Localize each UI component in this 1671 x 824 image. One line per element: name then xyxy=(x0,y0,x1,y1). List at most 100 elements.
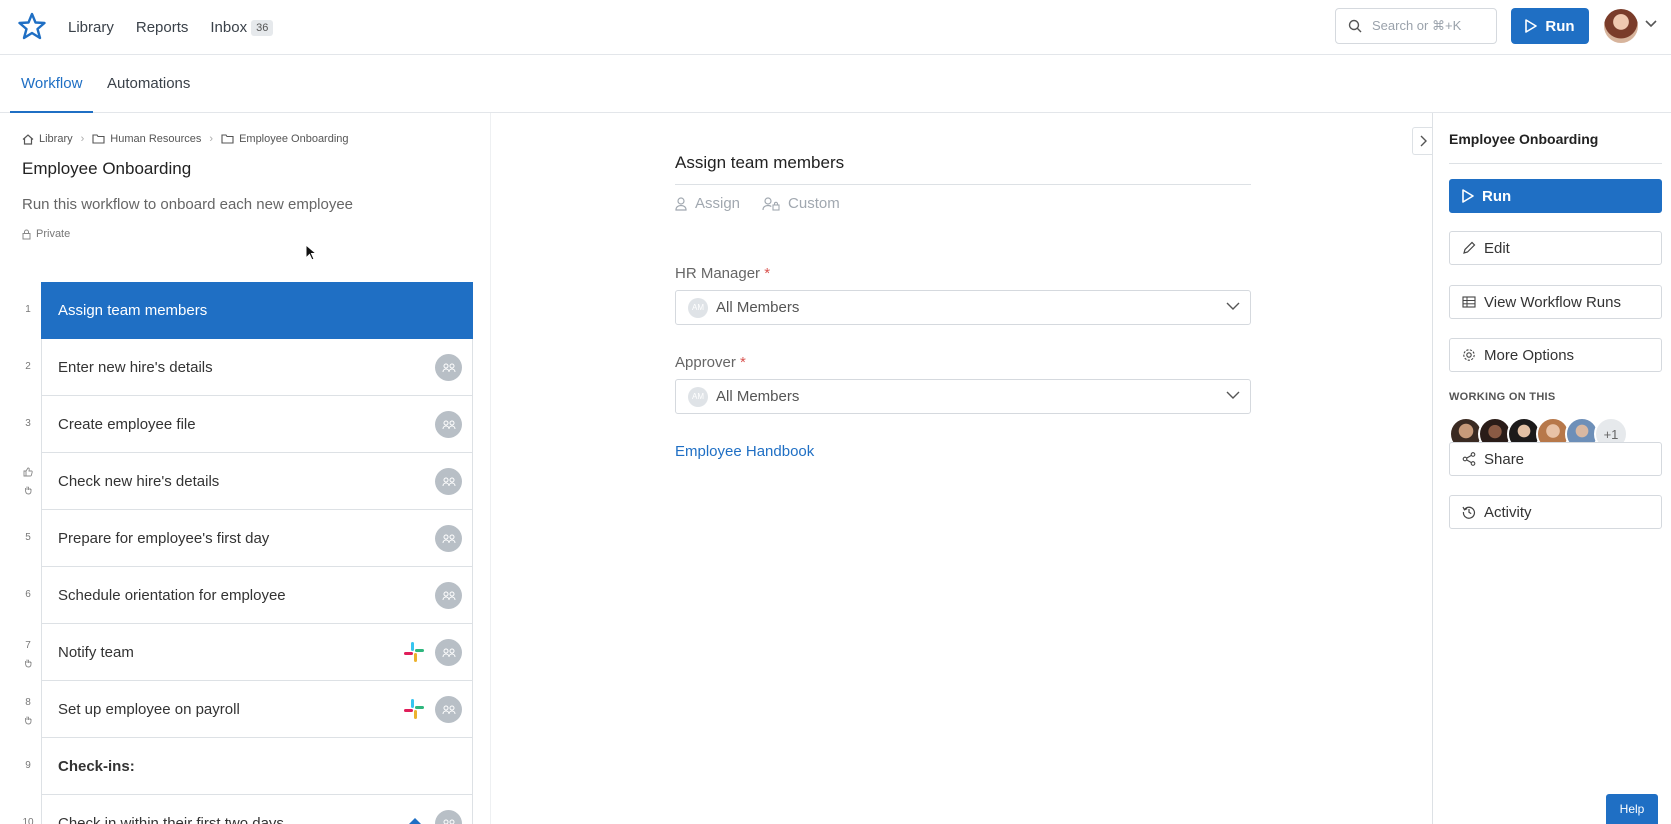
task-card[interactable]: Schedule orientation for employee xyxy=(41,567,473,624)
sidebar-title: Employee Onboarding xyxy=(1449,131,1599,147)
nav-library[interactable]: Library xyxy=(68,19,114,36)
chevron-down-icon[interactable] xyxy=(1645,20,1657,28)
main-nav: Library Reports Inbox 36 xyxy=(68,0,274,55)
task-item[interactable]: 9 Check-ins: xyxy=(0,738,490,795)
task-label: Create employee file xyxy=(58,415,196,433)
run-button-top[interactable]: Run xyxy=(1511,8,1589,44)
task-number: 2 xyxy=(25,361,31,372)
task-card[interactable]: Set up employee on payroll xyxy=(41,681,473,738)
task-number: 9 xyxy=(25,760,31,771)
select-value: All Members xyxy=(716,299,800,316)
assignee-group-icon[interactable] xyxy=(435,810,462,824)
task-label: Check-ins: xyxy=(58,757,135,775)
search-input[interactable]: Search or ⌘+K xyxy=(1335,8,1497,44)
collapse-sidebar-button[interactable] xyxy=(1412,127,1434,155)
workflow-title: Employee Onboarding xyxy=(22,159,192,178)
task-card[interactable]: Prepare for employee's first day xyxy=(41,510,473,567)
search-placeholder: Search or ⌘+K xyxy=(1372,18,1462,33)
assignee-group-icon[interactable] xyxy=(435,354,462,381)
privacy-indicator[interactable]: Private xyxy=(22,228,70,240)
star-logo-icon[interactable] xyxy=(18,12,46,40)
assignee-group-icon[interactable] xyxy=(435,696,462,723)
task-card[interactable]: Check-ins: xyxy=(41,738,473,795)
hr-manager-select[interactable]: AM All Members xyxy=(675,290,1251,325)
divider xyxy=(675,184,1251,185)
activity-button[interactable]: Activity xyxy=(1449,495,1662,529)
nav-reports[interactable]: Reports xyxy=(136,19,189,36)
lock-icon xyxy=(22,229,31,239)
task-label: Check in within their first two days xyxy=(58,814,284,824)
task-label: Assign team members xyxy=(58,302,208,319)
divider xyxy=(1449,163,1662,164)
required-asterisk: * xyxy=(740,354,746,371)
breadcrumb-human-resources[interactable]: Human Resources xyxy=(92,133,201,145)
tab-workflow[interactable]: Workflow xyxy=(10,55,94,113)
approver-select[interactable]: AM All Members xyxy=(675,379,1251,414)
tab-custom[interactable]: Custom xyxy=(762,195,840,212)
task-item[interactable]: 10 Check in within their first two days xyxy=(0,795,490,824)
assignee-group-icon[interactable] xyxy=(435,582,462,609)
run-button[interactable]: Run xyxy=(1449,179,1662,213)
task-number: 1 xyxy=(25,304,31,315)
assignee-group-icon[interactable] xyxy=(435,525,462,552)
tab-automations[interactable]: Automations xyxy=(107,55,190,113)
task-number: 10 xyxy=(22,817,34,824)
employee-handbook-link[interactable]: Employee Handbook xyxy=(675,443,814,460)
share-button[interactable]: Share xyxy=(1449,442,1662,476)
member-avatar-initials: AM xyxy=(688,386,708,407)
chevron-down-icon xyxy=(1226,302,1240,310)
inbox-count-badge: 36 xyxy=(251,20,274,36)
view-workflow-runs-button[interactable]: View Workflow Runs xyxy=(1449,285,1662,319)
breadcrumb-label: Library xyxy=(39,133,73,145)
task-card[interactable]: Check in within their first two days xyxy=(41,795,473,824)
tab-assign[interactable]: Assign xyxy=(675,195,740,212)
edit-button[interactable]: Edit xyxy=(1449,231,1662,265)
workflow-tabs: Workflow Automations xyxy=(0,55,1671,113)
task-card[interactable]: Enter new hire's details xyxy=(41,339,473,396)
task-item[interactable]: 7 Notify team xyxy=(0,624,490,681)
task-item[interactable]: 5 Prepare for employee's first day xyxy=(0,510,490,567)
play-icon xyxy=(1525,19,1538,33)
task-item[interactable]: 2 Enter new hire's details xyxy=(0,339,490,396)
breadcrumb-library[interactable]: Library xyxy=(22,133,73,145)
task-number: 7 xyxy=(25,640,31,651)
workflow-outline-panel: Library › Human Resources › Employee Onb… xyxy=(0,113,490,824)
slack-icon xyxy=(404,699,424,719)
task-item[interactable]: 1 Assign team members xyxy=(0,282,490,339)
task-detail-panel: Assign team members Assign Custom HR Man… xyxy=(490,113,1432,824)
home-icon xyxy=(22,133,34,145)
share-icon xyxy=(1462,452,1476,466)
assignee-group-icon[interactable] xyxy=(435,411,462,438)
task-item[interactable]: 6 Schedule orientation for employee xyxy=(0,567,490,624)
chevron-down-icon xyxy=(1226,391,1240,399)
approval-thumbs-up-icon xyxy=(23,467,33,480)
gear-icon xyxy=(1463,349,1475,361)
breadcrumb-label: Human Resources xyxy=(110,133,202,145)
share-label: Share xyxy=(1484,450,1525,468)
workflow-sidebar: Employee Onboarding Run Edit View Workfl… xyxy=(1432,113,1671,824)
task-card[interactable]: Notify team xyxy=(41,624,473,681)
task-label: Enter new hire's details xyxy=(58,358,213,376)
nav-inbox[interactable]: Inbox 36 xyxy=(210,19,274,36)
task-item[interactable]: 3 Create employee file xyxy=(0,396,490,453)
assignee-group-icon[interactable] xyxy=(435,468,462,495)
workflow-description: Run this workflow to onboard each new em… xyxy=(22,196,354,213)
breadcrumb-employee-onboarding[interactable]: Employee Onboarding xyxy=(221,133,349,145)
nav-inbox-label: Inbox xyxy=(210,19,248,36)
task-card[interactable]: Assign team members xyxy=(41,282,473,339)
task-card[interactable]: Create employee file xyxy=(41,396,473,453)
task-number: 6 xyxy=(25,589,31,600)
task-label: Notify team xyxy=(58,643,134,661)
task-label: Prepare for employee's first day xyxy=(58,529,270,547)
task-card[interactable]: Check new hire's details xyxy=(41,453,473,510)
task-number: 5 xyxy=(25,532,31,543)
help-button[interactable]: Help xyxy=(1606,794,1658,824)
working-on-this-heading: WORKING ON THIS xyxy=(1449,391,1556,403)
task-item[interactable]: 8 Set up employee on payroll xyxy=(0,681,490,738)
field-label-text: HR Manager xyxy=(675,265,761,282)
user-avatar[interactable] xyxy=(1604,9,1638,43)
more-options-button[interactable]: More Options xyxy=(1449,338,1662,372)
assignee-group-icon[interactable] xyxy=(435,639,462,666)
folder-open-icon xyxy=(92,134,105,144)
task-item[interactable]: Check new hire's details xyxy=(0,453,490,510)
